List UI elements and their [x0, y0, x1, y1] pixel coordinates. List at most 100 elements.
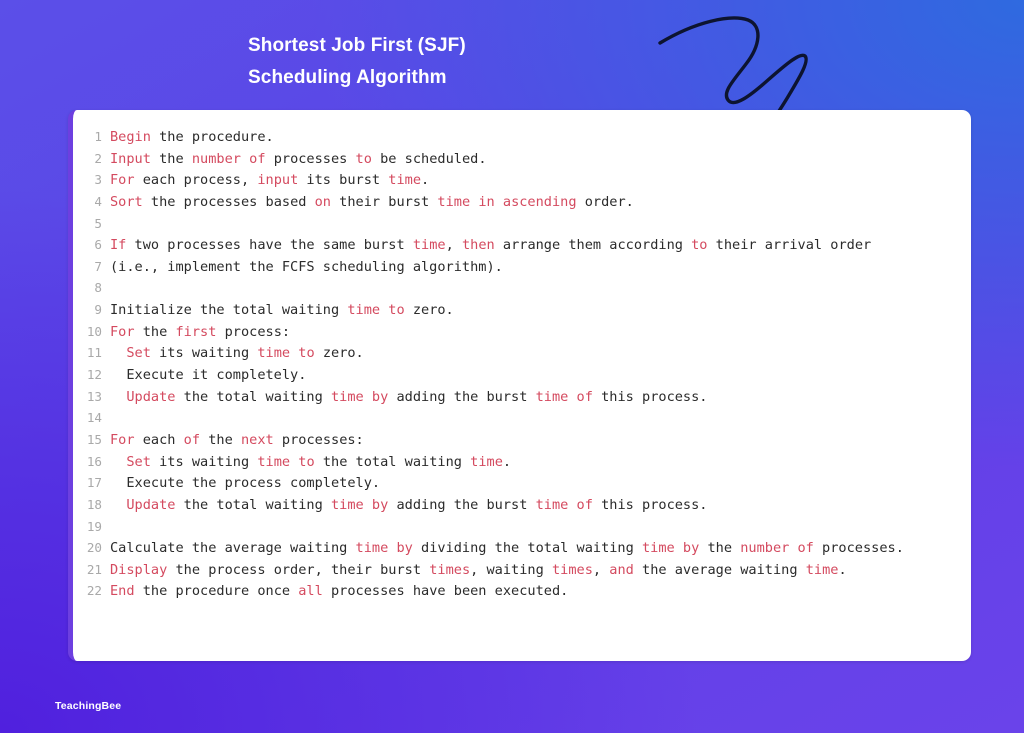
code-line: 2 Input the number of processes to be sch…	[73, 148, 961, 170]
code-keyword: time	[470, 453, 503, 470]
line-number: 14	[86, 410, 102, 426]
code-plain	[110, 454, 126, 470]
code-keyword: time	[412, 237, 446, 254]
code-line-text: For the first process:	[110, 322, 961, 344]
code-plain: the	[699, 540, 741, 557]
code-line: 17 Execute the process completely.	[73, 472, 961, 494]
line-number: 5	[94, 215, 102, 231]
code-plain: Initialize the total waiting	[110, 302, 348, 319]
code-keyword: time in ascending	[437, 193, 577, 210]
code-block[interactable]: 1 Begin the procedure. 2 Input the number o…	[73, 110, 971, 612]
code-keyword: Set	[126, 453, 151, 470]
line-number: 17	[86, 475, 102, 491]
line-number: 8	[94, 280, 102, 296]
code-plain: its waiting	[150, 453, 258, 470]
code-line-text: For each process, input its burst time.	[110, 170, 961, 192]
code-plain: ,	[445, 237, 462, 254]
code-line: 21 Display the process order, their burst…	[73, 559, 961, 581]
code-keyword: For	[110, 431, 135, 448]
code-plain: their arrival order	[707, 237, 872, 254]
code-line-text: Input the number of processes to be sche…	[110, 149, 961, 171]
code-keyword: End	[110, 583, 135, 600]
line-number: 20	[86, 540, 102, 556]
code-line-text: If two processes have the same burst tim…	[110, 235, 961, 257]
code-keyword: time to	[257, 453, 315, 470]
code-line-text: Set its waiting time to zero.	[110, 343, 961, 365]
code-plain: the total waiting	[314, 453, 471, 470]
code-keyword: For	[110, 172, 135, 189]
line-number: 2	[94, 150, 102, 166]
code-keyword: time to	[257, 345, 315, 362]
code-plain: process:	[216, 323, 291, 340]
code-line: 16 Set its waiting time to the total wai…	[73, 451, 961, 473]
code-line-text: Calculate the average waiting time by di…	[110, 538, 961, 560]
code-keyword: Display	[110, 561, 168, 578]
code-keyword: time by	[355, 540, 413, 557]
code-line: 6 If two processes have the same burst ti…	[73, 234, 961, 256]
line-number: 4	[94, 193, 102, 209]
code-line: 18 Update the total waiting time by addi…	[73, 494, 961, 516]
code-plain: .	[421, 172, 430, 189]
code-line-text: Update the total waiting time by adding …	[110, 387, 961, 409]
code-line: 14	[73, 407, 961, 429]
code-plain: (i.e., implement the FCFS scheduling alg…	[110, 258, 503, 275]
line-number: 12	[86, 367, 102, 383]
code-plain: the	[150, 150, 192, 167]
code-keyword: If	[110, 237, 127, 254]
code-plain: this process.	[592, 388, 708, 405]
code-plain: adding the burst	[388, 496, 536, 513]
code-line: 8	[73, 277, 961, 299]
code-keyword: time	[805, 561, 839, 578]
code-line: 13 Update the total waiting time by addi…	[73, 386, 961, 408]
code-keyword: number of	[740, 540, 814, 557]
code-plain: .	[502, 453, 512, 470]
code-keyword: of	[183, 431, 201, 448]
code-keyword: input	[257, 172, 299, 189]
code-plain: , waiting	[470, 561, 552, 578]
code-keyword: to	[355, 150, 372, 167]
code-plain: the total waiting	[175, 388, 331, 405]
code-plain: their burst	[331, 193, 438, 210]
code-keyword: time	[388, 172, 422, 189]
code-plain: the process order, their burst	[167, 561, 430, 578]
code-keyword: Update	[126, 388, 176, 405]
code-line: 10 For the first process:	[73, 321, 961, 343]
line-number: 10	[86, 323, 102, 339]
code-plain: Execute the process completely.	[110, 475, 381, 492]
code-plain: this process.	[592, 496, 708, 513]
line-number: 16	[86, 453, 102, 469]
code-plain: be scheduled.	[371, 150, 487, 167]
code-keyword: all	[298, 583, 323, 600]
code-keyword: Set	[126, 345, 151, 362]
line-number: 19	[86, 518, 102, 534]
page-title-line-1: Shortest Job First (SJF)	[248, 35, 466, 56]
code-keyword: For	[110, 323, 135, 340]
code-plain: dividing the total waiting	[412, 540, 642, 557]
code-line-text: Execute it completely.	[110, 365, 961, 387]
code-plain: the total waiting	[175, 496, 331, 513]
code-line-text: Update the total waiting time by adding …	[110, 495, 961, 517]
code-keyword: Update	[126, 496, 176, 513]
code-plain: the	[134, 323, 176, 340]
code-line-text: Sort the processes based on their burst …	[110, 192, 961, 214]
code-keyword: to	[691, 237, 708, 254]
code-line: 12 Execute it completely.	[73, 364, 961, 386]
code-keyword: times	[551, 561, 593, 578]
code-line-text: (i.e., implement the FCFS scheduling alg…	[110, 257, 961, 279]
code-plain: adding the burst	[388, 388, 536, 405]
code-line: 1 Begin the procedure.	[73, 126, 961, 148]
code-plain: processes have been executed.	[322, 583, 569, 600]
code-card: 1 Begin the procedure. 2 Input the number o…	[68, 110, 971, 661]
code-plain	[241, 151, 249, 167]
code-keyword: times	[429, 561, 471, 578]
code-keyword: and	[609, 561, 634, 578]
code-plain: two processes have the same burst	[126, 237, 413, 254]
code-plain: zero.	[404, 302, 454, 319]
code-keyword: time by	[330, 496, 389, 513]
code-line: 22 End the procedure once all processes h…	[73, 580, 961, 602]
code-keyword: time to	[347, 302, 405, 319]
line-number: 6	[94, 237, 102, 253]
code-keyword: time of	[535, 388, 593, 405]
code-plain: Calculate the average waiting	[110, 540, 356, 557]
code-keyword: time by	[641, 540, 700, 557]
